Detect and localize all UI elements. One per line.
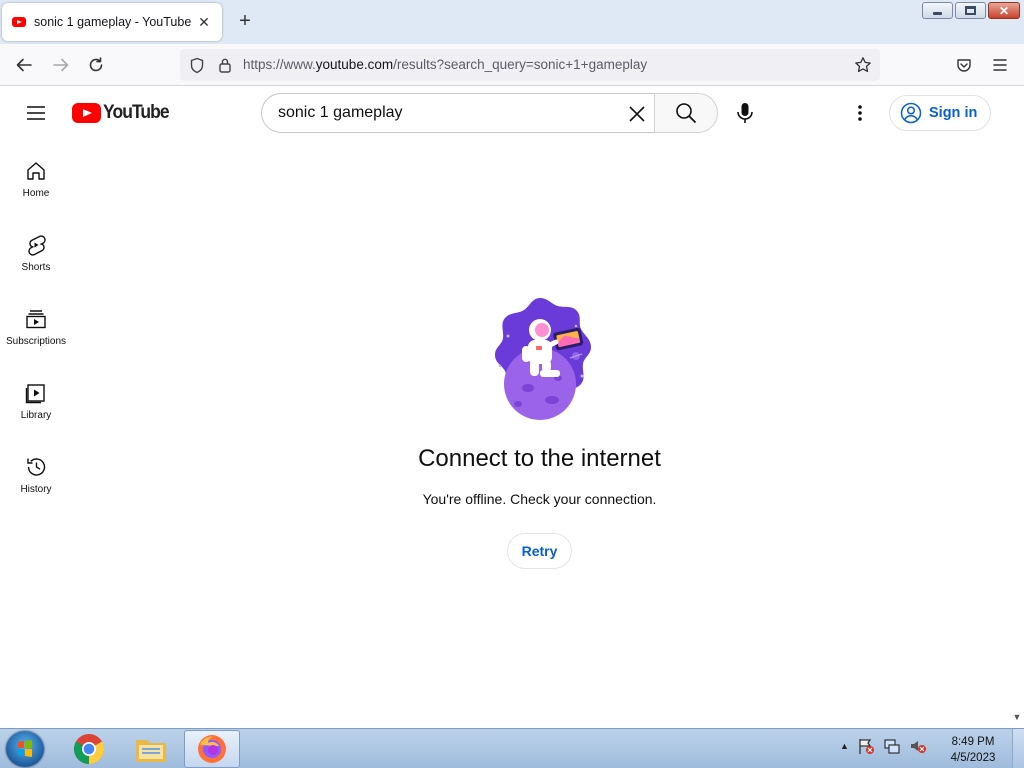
network-icon[interactable] xyxy=(883,737,901,755)
clear-search-button[interactable] xyxy=(625,102,649,126)
taskbar-firefox[interactable] xyxy=(184,730,240,768)
search-query: sonic 1 gameplay xyxy=(278,104,403,121)
browser-tab-strip: sonic 1 gameplay - YouTube ✕ + ✕ xyxy=(0,0,1024,44)
show-hidden-icons-arrow-icon[interactable]: ▲ xyxy=(840,741,849,751)
system-tray: ▲ xyxy=(840,737,927,755)
guide-item-label: Shorts xyxy=(21,262,51,273)
taskbar-clock[interactable]: 8:49 PM 4/5/2023 xyxy=(940,734,1006,766)
library-icon xyxy=(25,384,45,404)
subscriptions-icon xyxy=(26,310,46,329)
taskbar-file-explorer[interactable] xyxy=(123,730,179,768)
search-icon xyxy=(676,103,697,124)
sign-in-button[interactable]: Sign in xyxy=(889,95,991,131)
guide-item-label: Home xyxy=(22,188,50,199)
bookmark-star-button[interactable] xyxy=(852,54,874,76)
account-circle-icon xyxy=(900,102,922,124)
url-host: youtube.com xyxy=(315,57,394,72)
hamburger-menu-icon xyxy=(993,59,1007,71)
shorts-icon xyxy=(28,235,46,256)
tracking-protection-icon[interactable] xyxy=(186,54,208,76)
close-icon xyxy=(629,106,645,122)
lock-icon[interactable] xyxy=(214,54,236,76)
browser-toolbar: https://www.youtube.com/results?search_q… xyxy=(0,44,1024,86)
youtube-masthead: YouTube sonic 1 gameplay Sign in xyxy=(0,86,1010,142)
star-icon xyxy=(855,57,871,73)
voice-search-button[interactable] xyxy=(727,95,763,131)
home-icon xyxy=(27,162,45,180)
back-button[interactable] xyxy=(13,54,35,76)
address-bar[interactable]: https://www.youtube.com/results?search_q… xyxy=(180,49,880,81)
tab-title: sonic 1 gameplay - YouTube xyxy=(34,15,192,29)
guide-item-library[interactable]: Library xyxy=(0,364,72,438)
hamburger-menu-icon xyxy=(27,106,45,120)
sign-in-label: Sign in xyxy=(929,105,978,121)
youtube-logo-text: YouTube xyxy=(103,102,170,123)
youtube-logo[interactable]: YouTube xyxy=(72,102,174,124)
guide-item-home[interactable]: Home xyxy=(0,142,72,216)
chrome-icon xyxy=(73,734,105,764)
youtube-favicon-icon xyxy=(12,17,26,27)
more-vertical-icon xyxy=(858,105,862,121)
guide-item-label: Library xyxy=(20,410,52,421)
search-input[interactable]: sonic 1 gameplay xyxy=(261,93,655,133)
taskbar-chrome[interactable] xyxy=(61,730,117,768)
offline-title: Connect to the internet xyxy=(418,445,661,472)
close-window-button[interactable]: ✕ xyxy=(988,2,1020,19)
settings-more-button[interactable] xyxy=(848,101,872,125)
tab-close-icon[interactable]: ✕ xyxy=(196,14,212,31)
volume-muted-icon[interactable] xyxy=(909,737,927,755)
restore-button[interactable] xyxy=(955,2,986,19)
search-button[interactable] xyxy=(654,93,718,133)
file-explorer-icon xyxy=(136,740,166,762)
offline-subtitle: You're offline. Check your connection. xyxy=(422,491,657,507)
clock-date: 4/5/2023 xyxy=(950,752,996,764)
youtube-play-logo-icon xyxy=(72,103,101,123)
pocket-icon xyxy=(957,59,971,72)
page-scrollbar[interactable] xyxy=(1010,86,1024,728)
reload-button[interactable] xyxy=(85,54,107,76)
app-menu-button[interactable] xyxy=(989,54,1011,76)
restore-icon xyxy=(965,6,976,15)
guide-item-subscriptions[interactable]: Subscriptions xyxy=(0,290,72,364)
clock-time: 8:49 PM xyxy=(951,736,995,748)
scroll-down-arrow-icon[interactable]: ▼ xyxy=(1010,712,1024,726)
window-controls: ✕ xyxy=(922,2,1020,19)
url-prefix: https://www. xyxy=(243,57,316,72)
browser-tab-youtube[interactable]: sonic 1 gameplay - YouTube ✕ xyxy=(2,3,222,41)
back-arrow-icon xyxy=(16,58,32,72)
retry-button[interactable]: Retry xyxy=(507,533,572,569)
guide-menu-button[interactable] xyxy=(24,101,48,125)
forward-arrow-icon xyxy=(53,58,69,72)
microphone-icon xyxy=(737,103,753,123)
guide-item-shorts[interactable]: Shorts xyxy=(0,216,72,290)
minimize-button[interactable] xyxy=(922,2,953,19)
firefox-icon xyxy=(198,735,226,763)
action-center-flag-icon[interactable] xyxy=(857,737,875,755)
guide-item-label: Subscriptions xyxy=(5,336,67,347)
forward-button[interactable] xyxy=(50,54,72,76)
start-button[interactable] xyxy=(6,731,44,767)
pocket-button[interactable] xyxy=(953,54,975,76)
windows-taskbar: ▲ 8:49 PM 4/5/2023 xyxy=(0,728,1024,768)
minimize-icon xyxy=(933,12,942,15)
url-text: https://www.youtube.com/results?search_q… xyxy=(243,57,647,72)
astronaut-on-planet-illustration xyxy=(478,296,602,425)
show-desktop-button[interactable] xyxy=(1012,729,1024,768)
new-tab-button[interactable]: + xyxy=(233,9,257,33)
windows-logo-icon xyxy=(18,740,32,757)
url-path: /results?search_query=sonic+1+gameplay xyxy=(393,57,648,72)
close-icon: ✕ xyxy=(998,3,1010,18)
reload-icon xyxy=(89,57,103,72)
